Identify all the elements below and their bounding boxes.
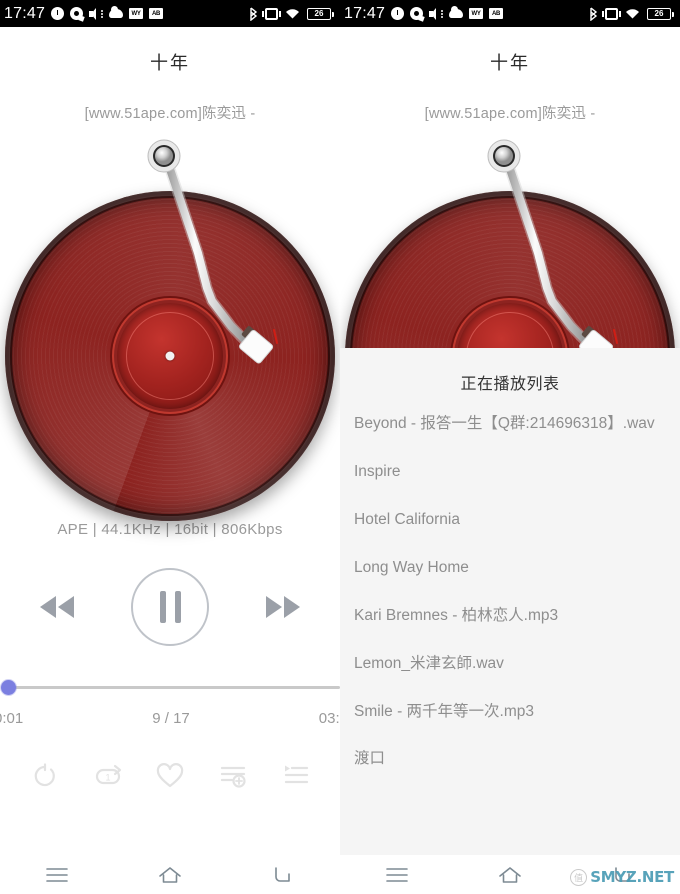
favorite-icon[interactable]: [153, 759, 187, 793]
wifi-icon: [625, 8, 640, 20]
list-item[interactable]: Hotel California: [354, 496, 666, 544]
back-button[interactable]: [259, 860, 307, 890]
track-position: 9 / 17: [152, 710, 190, 727]
seek-track: [8, 686, 340, 689]
total-duration: 03:2: [318, 710, 340, 727]
list-item[interactable]: Inspire: [354, 448, 666, 496]
watermark-logo-icon: 值: [570, 868, 588, 886]
now-playing-list-panel: 正在播放列表 Beyond - 报答一生【Q群:214696318】.wav I…: [340, 348, 680, 855]
wifi-icon: [285, 8, 300, 20]
song-artist: [www.51ape.com]陈奕迅 -: [424, 106, 596, 122]
vinyl-record[interactable]: [5, 191, 335, 521]
watermark-text: SMYZ.NET: [590, 868, 674, 886]
badge-wy-icon: WY: [129, 8, 144, 19]
seek-bar[interactable]: [0, 680, 340, 695]
svg-text:1: 1: [105, 773, 110, 783]
bluetooth-icon: [589, 6, 598, 21]
home-button[interactable]: [486, 860, 534, 890]
vibrate-icon: [262, 7, 281, 20]
list-item[interactable]: Kari Bremnes - 柏林恋人.mp3: [354, 592, 666, 640]
status-bar-left-group: 17:47 WY AB: [344, 4, 504, 22]
cloud-icon: [449, 6, 464, 18]
status-bar-clock: 17:47: [344, 4, 386, 22]
badge-wy-icon: WY: [469, 8, 484, 19]
previous-track-button[interactable]: [35, 593, 79, 621]
vibrate-icon: [602, 7, 621, 20]
playlist-items: Beyond - 报答一生【Q群:214696318】.wav Inspire …: [340, 400, 680, 783]
song-artist: [www.51ape.com]陈奕迅 -: [84, 106, 256, 122]
next-track-button[interactable]: [261, 593, 305, 621]
status-bar-right-group: 26: [249, 6, 335, 21]
screen-left-player: 17:47 WY AB 26 十年 [www.51ape.com]陈奕迅 - A…: [0, 0, 340, 894]
status-bar-clock: 17:47: [4, 4, 46, 22]
song-title: 十年: [490, 53, 530, 73]
clock-icon: [51, 7, 65, 20]
album-art-area: [0, 133, 340, 533]
elapsed-time: 0:01: [0, 710, 24, 727]
tool-row: 1: [0, 759, 340, 793]
playlist-panel-title: 正在播放列表: [460, 376, 560, 393]
playlist-icon[interactable]: [278, 759, 312, 793]
list-item[interactable]: Long Way Home: [354, 544, 666, 592]
badge-ab-icon: AB: [489, 8, 504, 19]
site-watermark: 值 SMYZ.NET: [570, 868, 674, 886]
vinyl-spindle: [165, 351, 175, 361]
pause-icon: [159, 591, 181, 623]
speaker-icon: [89, 7, 104, 20]
list-item[interactable]: Smile - 两千年等一次.mp3: [354, 688, 666, 736]
status-bar-right-group: 26: [589, 6, 675, 21]
sleep-timer-icon[interactable]: [28, 759, 62, 793]
quiet-mode-icon: [410, 7, 424, 20]
clock-icon: [391, 7, 405, 20]
quiet-mode-icon: [70, 7, 84, 20]
list-item[interactable]: Beyond - 报答一生【Q群:214696318】.wav: [354, 400, 666, 448]
battery-icon: 26: [647, 7, 674, 20]
seek-thumb[interactable]: [1, 680, 16, 695]
badge-ab-icon: AB: [149, 8, 164, 19]
list-item[interactable]: 渡口: [354, 735, 666, 783]
system-nav-bar: [0, 855, 340, 894]
status-bar-left-group: 17:47 WY AB: [4, 4, 164, 22]
time-row: 0:01 9 / 17 03:2: [0, 710, 340, 727]
dual-screenshot-container: 17:47 WY AB 26 十年 [www.51ape.com]陈奕迅 - A…: [0, 0, 680, 894]
cloud-icon: [109, 6, 124, 18]
repeat-one-icon[interactable]: 1: [91, 759, 125, 793]
status-bar: 17:47 WY AB 26: [0, 0, 340, 27]
speaker-icon: [429, 7, 444, 20]
status-bar: 17:47 WY AB 26: [340, 0, 680, 27]
song-title: 十年: [150, 53, 190, 73]
menu-button[interactable]: [373, 860, 421, 890]
list-item[interactable]: Lemon_米津玄師.wav: [354, 640, 666, 688]
bluetooth-icon: [249, 6, 258, 21]
battery-icon: 26: [307, 7, 334, 20]
home-button[interactable]: [146, 860, 194, 890]
playback-controls: [0, 568, 340, 646]
screen-right-playlist: 17:47 WY AB 26 十年 [www.51ape.com]陈奕迅 - 正…: [340, 0, 680, 894]
play-pause-button[interactable]: [131, 568, 209, 646]
add-to-playlist-icon[interactable]: [216, 759, 250, 793]
menu-button[interactable]: [33, 860, 81, 890]
